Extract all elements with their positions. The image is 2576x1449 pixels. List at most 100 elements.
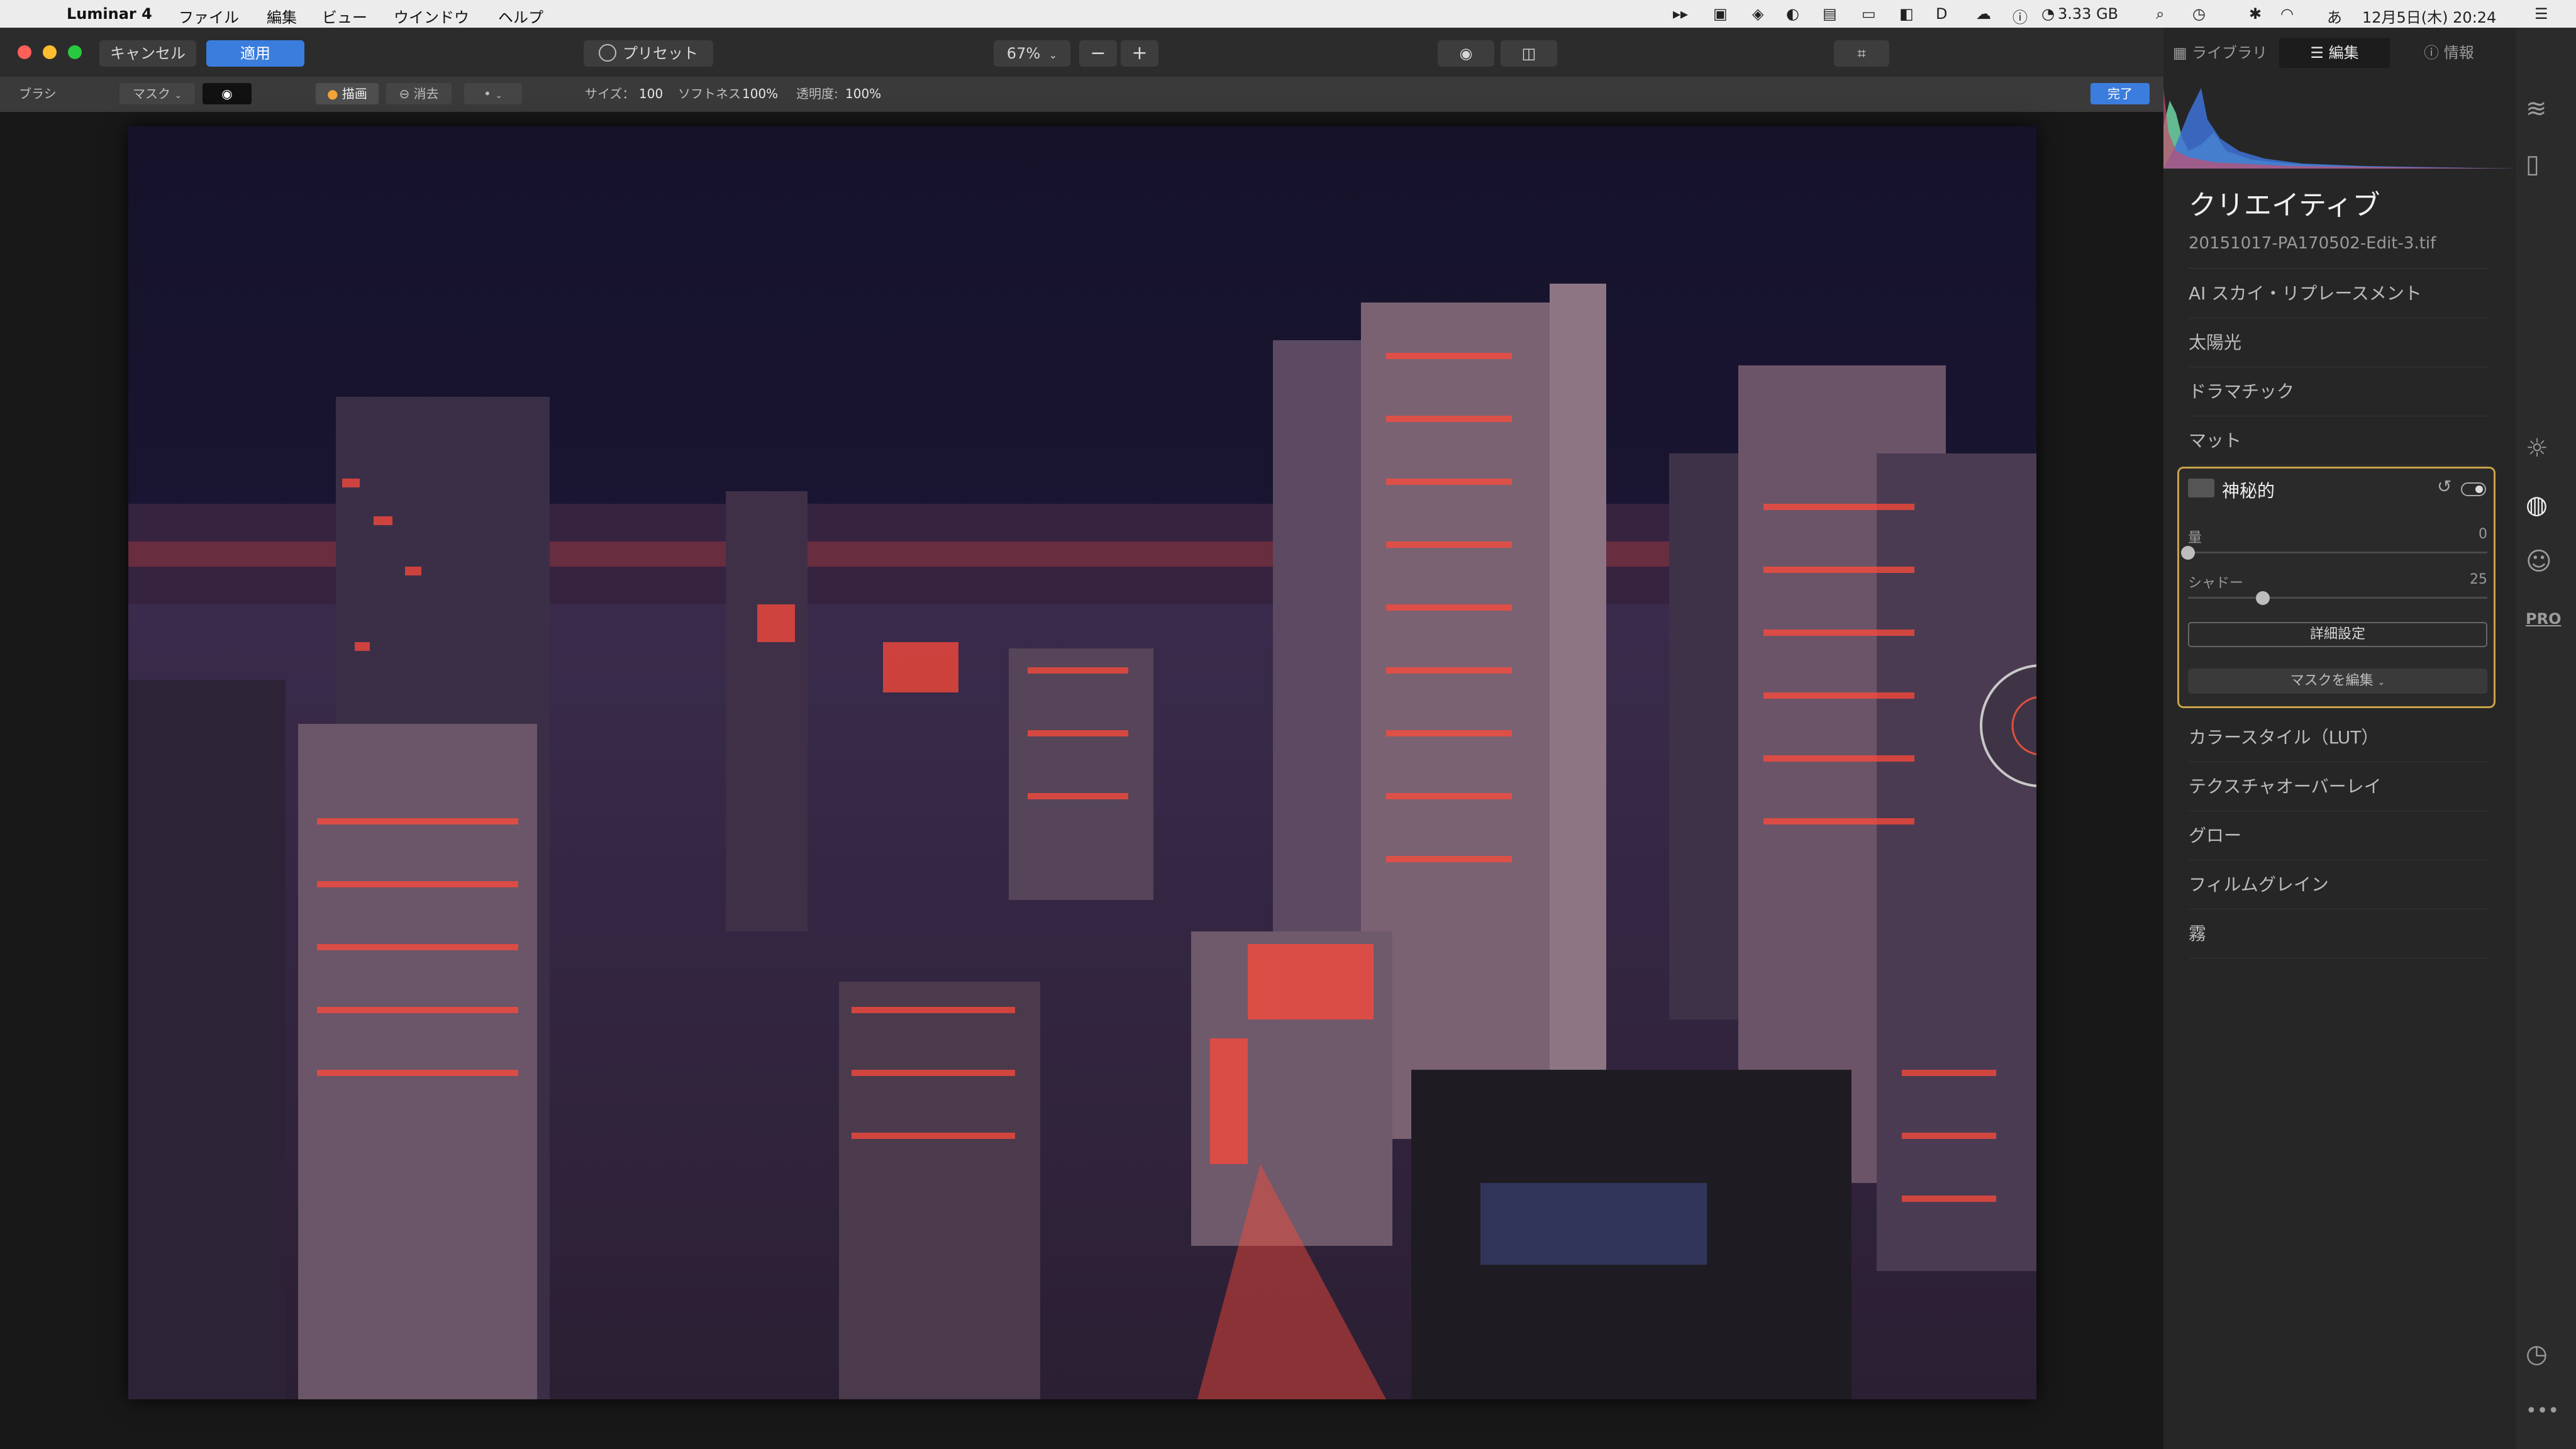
toggle-icon[interactable]: ◧ — [1899, 5, 1914, 23]
presets-label: プリセット — [623, 45, 698, 62]
window-minimize-button[interactable] — [43, 45, 57, 59]
edit-mask-button[interactable]: マスクを編集 ⌄ — [2188, 669, 2487, 694]
slider-amount-track[interactable] — [2181, 546, 2487, 560]
crop-icon: ⌗ — [1857, 45, 1866, 62]
filter-glow[interactable]: グロー — [2189, 811, 2488, 860]
chevron-down-icon: ⌄ — [174, 91, 182, 101]
slider-shadows-knob[interactable] — [2256, 591, 2270, 605]
memory-icon: ◔ — [2041, 5, 2055, 23]
zoom-out-button[interactable]: − — [1079, 40, 1117, 67]
mask-dropdown[interactable]: マスク ⌄ — [119, 83, 195, 104]
preview-eye-button[interactable]: ◉ — [1438, 40, 1494, 67]
filter-matte[interactable]: マット — [2189, 416, 2488, 465]
d-icon[interactable]: D — [1936, 5, 1947, 23]
filter-visibility-toggle[interactable] — [2461, 482, 2486, 496]
paint-dot-icon: ● — [327, 86, 338, 101]
tab-info[interactable]: ⓘ 情報 — [2394, 38, 2504, 68]
filter-sunrays[interactable]: 太陽光 — [2189, 318, 2488, 367]
slider-shadows-label: シャドー — [2188, 575, 2244, 591]
tab-edit[interactable]: ☰ 編集 — [2279, 38, 2390, 68]
memory-readout[interactable]: 3.33 GB — [2058, 5, 2118, 23]
filter-ai-sky[interactable]: AI スカイ・リプレースメント — [2189, 269, 2488, 318]
wifi-icon[interactable]: ◠ — [2280, 5, 2294, 23]
more-icon[interactable]: ••• — [2526, 1400, 2559, 1430]
layers-icon[interactable]: ≋ — [2526, 94, 2556, 125]
brush-size-value[interactable]: 100 — [639, 83, 663, 104]
window-zoom-button[interactable] — [68, 45, 82, 59]
zoom-in-button[interactable]: + — [1121, 40, 1158, 67]
pro-icon[interactable]: PRO — [2526, 610, 2561, 640]
history-clock-icon[interactable]: ◷ — [2526, 1340, 2556, 1370]
status-app-icon[interactable]: ▸▸ — [1673, 5, 1688, 23]
zoom-select[interactable]: 67% ⌄ — [994, 40, 1070, 67]
input-source-icon[interactable]: あ — [2327, 5, 2342, 27]
slider-amount-value[interactable]: 0 — [2456, 526, 2487, 542]
portrait-face-icon[interactable]: ☺ — [2526, 547, 2556, 577]
slider-shadows-track[interactable] — [2188, 591, 2487, 605]
compare-icon: ◫ — [1521, 45, 1536, 62]
filter-texture-overlay[interactable]: テクスチャオーバーレイ — [2189, 762, 2488, 811]
library-icon: ▦ — [2172, 44, 2187, 62]
filter-fog[interactable]: 霧 — [2189, 909, 2488, 958]
disk-icon[interactable]: ▭ — [1862, 5, 1876, 23]
brush-shape-dropdown[interactable]: • ⌄ — [464, 83, 522, 104]
tab-info-label: 情報 — [2443, 44, 2474, 62]
info-icon: ⓘ — [2424, 44, 2440, 62]
menu-view[interactable]: ビュー — [322, 5, 367, 27]
brush-size-label: サイズ： — [585, 86, 635, 101]
window-close-button[interactable] — [18, 45, 31, 59]
cancel-button[interactable]: キャンセル — [99, 40, 196, 67]
slider-shadows-value[interactable]: 25 — [2456, 572, 2487, 587]
chevron-down-icon: ⌄ — [1048, 49, 1058, 61]
crop-button[interactable]: ⌗ — [1834, 40, 1889, 67]
active-filter-name: 神秘的 — [2222, 480, 2275, 501]
clock-icon[interactable]: ◷ — [2192, 5, 2206, 23]
clock-readout[interactable]: 12月5日(木) 20:24 — [2362, 5, 2496, 27]
calendar-icon[interactable]: ▣ — [1713, 5, 1728, 23]
main-toolbar: キャンセル 適用 プリセット 67% ⌄ − + ◉ ◫ ⌗ — [0, 28, 2163, 77]
reset-icon[interactable]: ↺ — [2437, 476, 2451, 497]
erase-mode-button[interactable]: ⊖ 消去 — [386, 83, 452, 104]
file-name: 20151017-PA170502-Edit-3.tif — [2189, 234, 2436, 253]
menu-help[interactable]: ヘルプ — [498, 5, 543, 27]
presets-button[interactable]: プリセット — [584, 40, 713, 67]
canvas-icon[interactable]: ▯ — [2526, 150, 2556, 180]
cloud-icon[interactable]: ☁ — [1976, 5, 1991, 23]
menu-bar: Luminar 4 ファイル 編集 ビュー ウインドウ ヘルプ ▸▸ ▣ ◈ ◐… — [0, 0, 2576, 28]
shield-icon[interactable]: ◈ — [1752, 5, 1763, 23]
notification-center-icon[interactable]: ☰ — [2534, 5, 2548, 23]
filter-film-grain[interactable]: フィルムグレイン — [2189, 860, 2488, 909]
photo-night-cityscape[interactable] — [128, 126, 2036, 1399]
done-button[interactable]: 完了 — [2090, 83, 2150, 104]
menu-app-name[interactable]: Luminar 4 — [67, 5, 152, 23]
compare-button[interactable]: ◫ — [1501, 40, 1557, 67]
menu-edit[interactable]: 編集 — [267, 5, 297, 27]
image-icon[interactable]: ▤ — [1823, 5, 1837, 23]
bluetooth-icon[interactable]: ✱ — [2249, 5, 2262, 23]
info-circle-icon[interactable]: ⓘ — [2012, 5, 2028, 27]
filter-thumbnail — [2188, 479, 2214, 497]
brush-softness-value[interactable]: 100% — [742, 83, 778, 104]
essentials-sun-icon[interactable]: ☼ — [2526, 434, 2556, 464]
spotlight-icon[interactable]: ⌕ — [2156, 5, 2164, 23]
erase-icon: ⊖ — [399, 86, 410, 101]
slider-amount-knob[interactable] — [2181, 546, 2195, 560]
tab-library[interactable]: ▦ ライブラリ — [2165, 38, 2275, 68]
presets-icon — [599, 44, 616, 62]
creative-palette-icon[interactable]: ◍ — [2526, 491, 2556, 521]
filter-dramatic[interactable]: ドラマチック — [2189, 367, 2488, 416]
advanced-settings-button[interactable]: 詳細設定 — [2188, 622, 2487, 647]
toggle-knob — [2475, 486, 2483, 493]
mask-visibility-toggle[interactable]: ◉ — [203, 83, 252, 104]
paint-mode-button[interactable]: ● 描画 — [316, 83, 379, 104]
category-sidebar — [2516, 28, 2576, 1449]
crescent-icon[interactable]: ◐ — [1786, 5, 1799, 23]
menu-window[interactable]: ウインドウ — [394, 5, 469, 27]
brush-dot-icon: • — [484, 86, 491, 101]
apply-button[interactable]: 適用 — [206, 40, 304, 67]
menu-file[interactable]: ファイル — [179, 5, 239, 27]
filter-lut[interactable]: カラースタイル（LUT） — [2189, 713, 2488, 762]
tab-edit-label: 編集 — [2328, 44, 2359, 62]
brush-options-bar: ブラシ マスク ⌄ ◉ ● 描画 ⊖ 消去 • ⌄ サイズ： 100 ソフトネス… — [0, 77, 2163, 112]
brush-opacity-value[interactable]: 100% — [845, 83, 881, 104]
